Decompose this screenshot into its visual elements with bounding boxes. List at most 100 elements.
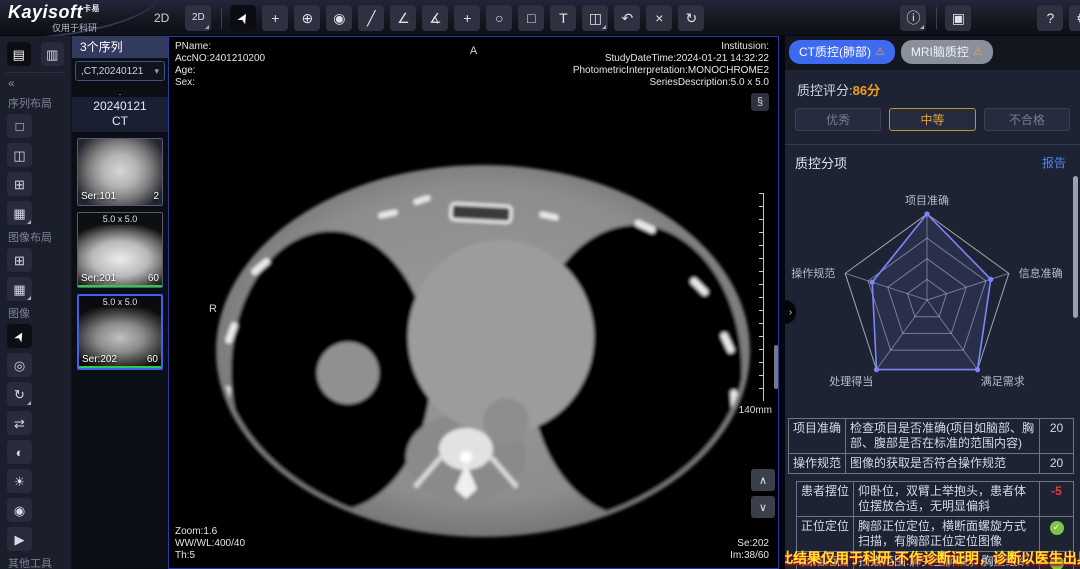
angle-tool-button[interactable]: ∠ xyxy=(390,5,416,31)
row-desc: 检查项目是否准确(项目如脑部、胸部、腹部是否在标准的范围内容) xyxy=(846,419,1040,454)
image-rotate-tool-icon: ↻ xyxy=(14,388,25,401)
thumbnail-series-number: Ser:101 xyxy=(81,191,116,202)
save-button[interactable]: ▣ xyxy=(945,5,971,31)
series-thumbnail-201[interactable]: 5.0 x 5.0 Ser:201 60 xyxy=(77,212,163,288)
qc-score: 质控评分:86分 xyxy=(797,80,1068,99)
row-desc: 图像的获取是否符合操作规范 xyxy=(846,454,1040,474)
row-label: 正位定位 xyxy=(797,517,854,552)
series-layout-3x3-button[interactable]: ▦ xyxy=(7,201,32,225)
scroll-down-button[interactable]: ∨ xyxy=(751,496,775,518)
help-button[interactable]: ? xyxy=(1037,5,1063,31)
series-thumbnail-202-selected[interactable]: 5.0 x 5.0 Ser:202 60 xyxy=(77,294,163,370)
delete-annotation-tool-button[interactable]: × xyxy=(646,5,672,31)
scale-ruler xyxy=(756,193,764,401)
image-magnifier-tool-button[interactable]: ◎ xyxy=(7,353,32,377)
image-layout-3x3-icon: ▦ xyxy=(13,283,25,296)
image-rotate-tool-button[interactable]: ↻ xyxy=(7,382,32,406)
toolbar: 2D➤+⊕◉╱∠∡+○□T◫↶×↻ⓘ▣?⚙ xyxy=(185,5,1080,31)
sidebar-collapse-button[interactable]: « xyxy=(6,73,65,91)
pan-tool-button[interactable]: + xyxy=(262,5,288,31)
version-info-button[interactable]: ⓘ xyxy=(900,5,926,31)
report-toggle-button[interactable]: ▥ xyxy=(41,42,65,66)
warning-icon: ⚠ xyxy=(875,45,885,58)
annotation-manager-icon: ◫ xyxy=(589,11,602,25)
series-list-toggle-button[interactable]: ▤ xyxy=(7,42,31,66)
chevron-down-icon: ▾ xyxy=(154,66,159,77)
image-layout-3x3-button[interactable]: ▦ xyxy=(7,277,32,301)
accno-line: AccNO:2401210200 xyxy=(175,53,265,65)
image-flip-tool-icon: ⇄ xyxy=(14,417,25,430)
image-brightness-tool-button[interactable]: ☀ xyxy=(7,469,32,493)
photometric-line: PhotometricInterpretation:MONOCHROME2 xyxy=(573,65,769,77)
undo-tool-button[interactable]: ↶ xyxy=(614,5,640,31)
report-link[interactable]: 报告 xyxy=(1042,154,1066,171)
cobb-angle-tool-button[interactable]: ∡ xyxy=(422,5,448,31)
mode-2d-button[interactable]: 2D xyxy=(185,5,211,31)
seriesdescription-line: SeriesDescription:5.0 x 5.0 xyxy=(649,77,769,89)
series-layout-1x1-button[interactable]: □ xyxy=(7,114,32,138)
zoom-tool-button[interactable]: ⊕ xyxy=(294,5,320,31)
sidebar-section-title: 图像 xyxy=(8,305,65,321)
institution-line: Institusion: xyxy=(721,41,769,53)
image-number-line: Im:38/60 xyxy=(730,550,769,562)
logo-text: Kayisoft卡易 xyxy=(8,2,100,23)
image-window-preset-tool-button[interactable]: ◉ xyxy=(7,498,32,522)
tab-mri-brain-qc[interactable]: MRI脑质控 ⚠ xyxy=(901,40,993,64)
row-score: 20 xyxy=(1040,454,1074,474)
row-label: 患者摆位 xyxy=(797,482,854,517)
series-layout-3x3-icon: ▦ xyxy=(13,207,25,220)
length-measure-tool-button[interactable]: ╱ xyxy=(358,5,384,31)
ellipse-roi-tool-button[interactable]: ○ xyxy=(486,5,512,31)
probe-tool-button[interactable]: + xyxy=(454,5,480,31)
toolbar-divider xyxy=(221,7,222,29)
thickness-line: Th:5 xyxy=(175,550,245,562)
text-annotation-tool-button[interactable]: T xyxy=(550,5,576,31)
study-label: 20240121 CT xyxy=(72,97,168,132)
image-flip-tool-button[interactable]: ⇄ xyxy=(7,411,32,435)
top-toolbar: Kayisoft卡易 仅用于科研 2D 2D➤+⊕◉╱∠∡+○□T◫↶×↻ⓘ▣?… xyxy=(0,0,1080,36)
grade-excellent-button[interactable]: 优秀 xyxy=(795,108,881,131)
qc-section-header: 质控分项 报告 xyxy=(795,153,1066,172)
slice-scrollbar-thumb[interactable] xyxy=(774,345,778,389)
age-line: Age: xyxy=(175,65,265,77)
image-invert-tool-button[interactable]: ◐ xyxy=(7,440,32,464)
grade-medium-button[interactable]: 中等 xyxy=(889,108,975,131)
image-layout-2x2-button[interactable]: ⊞ xyxy=(7,248,32,272)
length-measure-tool-icon: ╱ xyxy=(367,11,375,25)
cine-play-tool-button[interactable]: ▶ xyxy=(7,527,32,551)
chevron-down-icon: ∨ xyxy=(759,501,767,514)
series-thumbnail-101[interactable]: Ser:101 2 xyxy=(77,138,163,206)
study-date: 20240121 xyxy=(72,99,168,114)
reset-tool-button[interactable]: ↻ xyxy=(678,5,704,31)
cursor-tool-button[interactable]: ➤ xyxy=(230,5,256,31)
thumbnail-progress-bar xyxy=(78,285,162,287)
ellipse-roi-tool-icon: ○ xyxy=(495,11,503,25)
rect-roi-tool-button[interactable]: □ xyxy=(518,5,544,31)
thumbnail-series-number: Ser:201 xyxy=(81,273,116,284)
window-level-tool-button[interactable]: ◉ xyxy=(326,5,352,31)
study-select-value: ,CT,20240121 xyxy=(81,66,143,77)
report-toggle-icon: ▥ xyxy=(46,48,58,61)
tab-ct-lung-qc[interactable]: CT质控(肺部) ⚠ xyxy=(789,40,895,64)
series-layout-2x2-button[interactable]: ⊞ xyxy=(7,172,32,196)
sidebar-groups: 序列布局□◫⊞▦图像布局⊞▦图像➤◎↻⇄◐☀◉▶其他工具+❝Ⓐ◪×↻定位线✓定位… xyxy=(6,95,65,569)
image-cursor-tool-button[interactable]: ➤ xyxy=(7,324,32,348)
row-pass: ✓ xyxy=(1040,517,1074,552)
radar-axis-label: 满足需求 xyxy=(981,375,1025,388)
annotation-manager-button[interactable]: ◫ xyxy=(582,5,608,31)
grade-fail-button[interactable]: 不合格 xyxy=(984,108,1070,131)
series-layout-1x2-button[interactable]: ◫ xyxy=(7,143,32,167)
image-layout-2x2-icon: ⊞ xyxy=(14,254,25,267)
qc-section-title: 质控分项 xyxy=(795,153,847,172)
settings-button[interactable]: ⚙ xyxy=(1069,5,1080,31)
study-select-dropdown[interactable]: ,CT,20240121 ▾ xyxy=(75,61,165,81)
study-modality: CT xyxy=(72,114,168,129)
qc-panel-scrollbar-thumb[interactable] xyxy=(1073,176,1078,318)
scroll-up-button[interactable]: ∧ xyxy=(751,469,775,491)
attachment-icon[interactable]: § xyxy=(751,93,769,111)
study-info-overlay: Institusion: StudyDateTime:2024-01-21 14… xyxy=(573,41,769,111)
qc-grade-buttons: 优秀 中等 不合格 xyxy=(795,108,1070,131)
delete-annotation-tool-icon: × xyxy=(655,11,663,25)
ct-image xyxy=(209,157,754,552)
image-viewport[interactable]: PName: AccNO:2401210200 Age: Sex: Instit… xyxy=(168,36,779,569)
